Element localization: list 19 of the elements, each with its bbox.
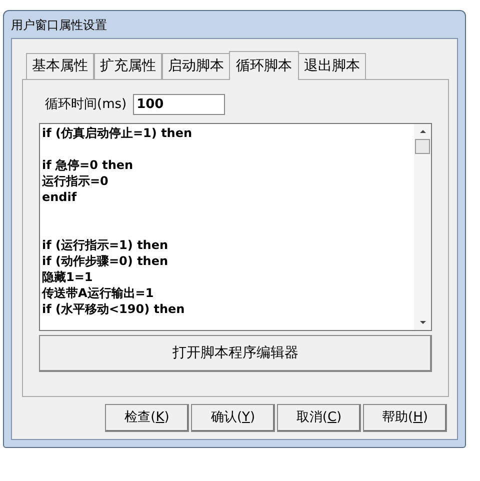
open-editor-button[interactable]: 打开脚本程序编辑器	[39, 335, 432, 372]
scroll-down-icon[interactable]	[420, 321, 426, 324]
window-title: 用户窗口属性设置	[11, 16, 107, 34]
script-editor[interactable]: if (仿真启动停止=1) then if 急停=0 then 运行指示=0 endif if (运行指示=1) then if (动作步骤=0) then 隐藏1=1 传送带A运行输出=1 if (水平移动<190) then	[39, 123, 432, 331]
scroll-thumb[interactable]	[415, 139, 430, 154]
tab[interactable]: 退出脚本	[298, 53, 366, 79]
cycle-time-label: 循环时间(ms)	[45, 96, 127, 114]
scroll-up-icon[interactable]	[420, 130, 426, 133]
script-text: if (仿真启动停止=1) then if 急停=0 then 运行指示=0 endif if (运行指示=1) then if (动作步骤=0) then 隐藏1=1 传送带A运行输出=1 if (水平移动<190) then	[40, 125, 194, 318]
tab[interactable]: 扩充属性	[94, 53, 162, 79]
dialog-button[interactable]: 确认(Y)	[191, 404, 275, 432]
cycle-time-field[interactable]: 100	[132, 94, 225, 115]
scrollbar[interactable]	[414, 124, 431, 330]
tab[interactable]: 基本属性	[26, 53, 94, 79]
tab[interactable]: 启动脚本	[162, 53, 230, 79]
tab[interactable]: 循环脚本	[229, 51, 299, 80]
dialog-button[interactable]: 帮助(H)	[363, 404, 447, 432]
dialog-button[interactable]: 取消(C)	[277, 404, 361, 432]
dialog-button[interactable]: 检查(K)	[105, 404, 189, 432]
